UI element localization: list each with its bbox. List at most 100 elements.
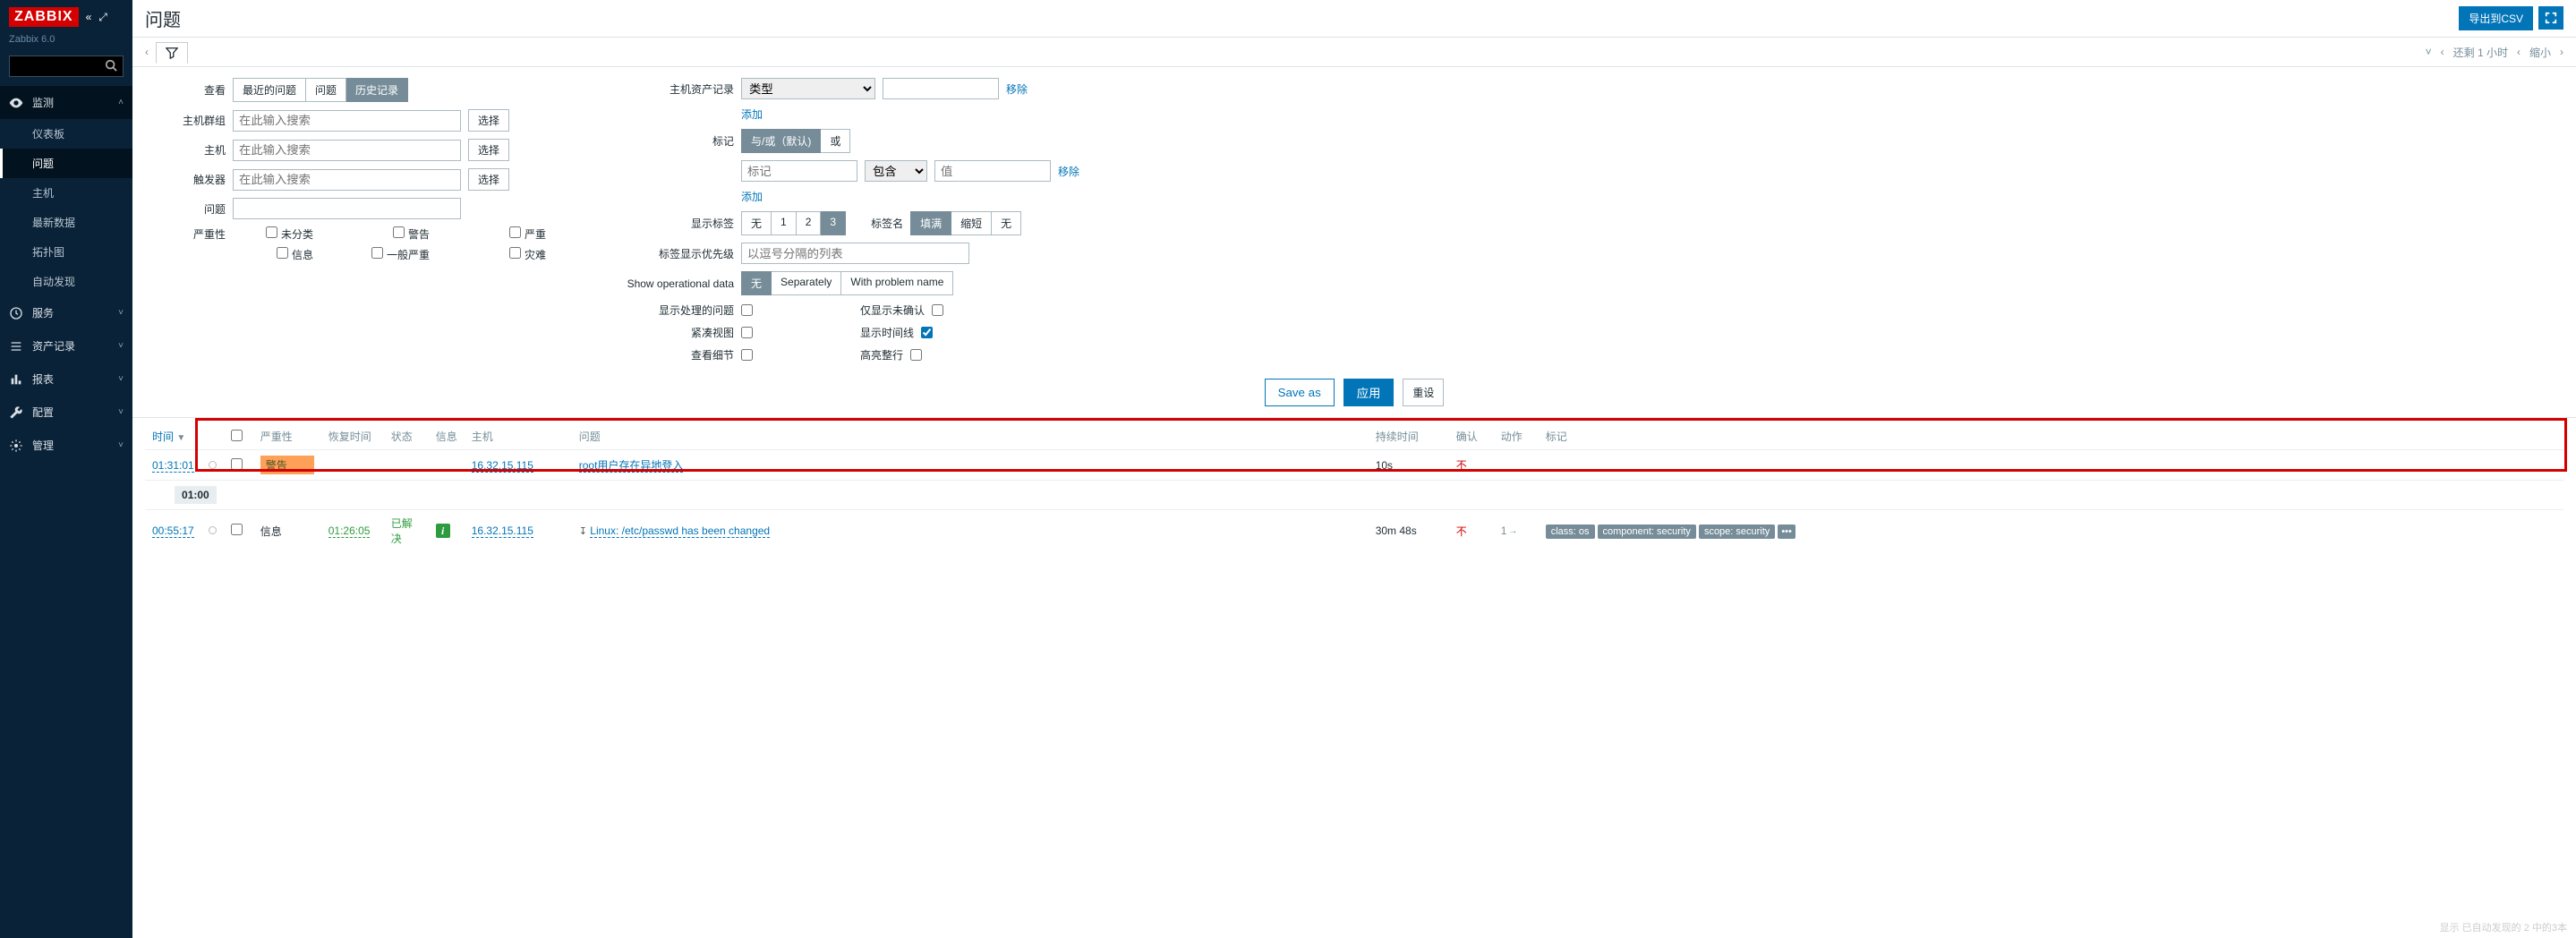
nav-admin[interactable]: 管理 ˅ (0, 429, 132, 462)
chevron-down-icon[interactable]: ˅ (2426, 46, 2432, 58)
tag[interactable]: class: os (1546, 524, 1595, 539)
tagmode-andor[interactable]: 与/或（默认) (741, 129, 821, 153)
gear-icon (9, 439, 23, 453)
apply-button[interactable]: 应用 (1343, 379, 1395, 406)
problem-link[interactable]: Linux: /etc/passwd has been changed (590, 524, 770, 538)
timeline-dot-icon (209, 461, 217, 469)
time-fwd-icon[interactable]: › (2560, 46, 2563, 58)
inv-value-input[interactable] (883, 78, 999, 99)
tag[interactable]: scope: security (1699, 524, 1775, 539)
table-header-row: 时间 ▼ 严重性 恢复时间 状态 信息 主机 问题 持续时间 确认 动作 标记 (145, 423, 2563, 450)
hour-label: 01:00 (175, 486, 217, 504)
time-next-icon[interactable]: ‹ (2517, 46, 2521, 58)
chevron-up-icon: ˄ (118, 98, 124, 107)
host-link[interactable]: 16.32.15.115 (472, 524, 533, 538)
fullscreen-button[interactable] (2538, 6, 2563, 30)
lbl-tag-priority: 标签显示优先级 (618, 246, 734, 261)
cb-timeline[interactable] (921, 327, 933, 338)
recovery-time[interactable]: 01:26:05 (328, 524, 371, 538)
tag-name-input[interactable] (741, 160, 857, 182)
cb-highlight[interactable] (910, 349, 922, 361)
cb-suppressed[interactable] (741, 304, 753, 316)
tagmode-or[interactable]: 或 (821, 129, 850, 153)
show-tags-group[interactable]: 无 1 2 3 (741, 211, 846, 235)
export-csv-button[interactable]: 导出到CSV (2459, 6, 2533, 30)
header: 问题 导出到CSV (132, 0, 2576, 38)
tag-more-icon[interactable]: ••• (1778, 524, 1796, 539)
hostgroup-input[interactable] (233, 110, 461, 132)
tag-op-select[interactable]: 包含 (865, 160, 927, 182)
filter-tab[interactable] (156, 42, 188, 64)
inv-type-select[interactable]: 类型 (741, 78, 875, 99)
sev-5[interactable]: 灾难 (465, 247, 546, 262)
nav-services[interactable]: 服务 ˅ (0, 296, 132, 329)
host-input[interactable] (233, 140, 461, 161)
seg-recent[interactable]: 最近的问题 (233, 78, 306, 102)
tag-priority-input[interactable] (741, 243, 969, 264)
nav-monitoring[interactable]: 监测 ˄ (0, 86, 132, 119)
sev-3[interactable]: 信息 (233, 247, 313, 262)
ack-link[interactable]: 不 (1456, 459, 1467, 472)
lbl-tags: 标记 (618, 133, 734, 149)
problem-link[interactable]: root用户存在异地登入 (579, 459, 684, 473)
search-input[interactable] (10, 60, 99, 73)
sub-problems[interactable]: 问题 (0, 149, 132, 178)
tag-val-input[interactable] (934, 160, 1051, 182)
sub-hosts[interactable]: 主机 (0, 178, 132, 208)
sub-dashboard[interactable]: 仪表板 (0, 119, 132, 149)
time-prev-icon[interactable]: ‹ (2441, 46, 2444, 58)
page-title: 问题 (145, 5, 181, 31)
ack-link[interactable]: 不 (1456, 525, 1467, 538)
zoom-out[interactable]: 缩小 (2529, 45, 2551, 60)
inv-add[interactable]: 添加 (741, 107, 763, 122)
prev-tab-icon[interactable]: ‹ (145, 46, 149, 58)
row-select[interactable] (231, 458, 243, 470)
sev-4[interactable]: 一般严重 (349, 247, 430, 262)
save-as-button[interactable]: Save as (1265, 379, 1335, 406)
cb-details[interactable] (741, 349, 753, 361)
search-icon[interactable] (99, 59, 123, 74)
host-select[interactable]: 选择 (468, 139, 509, 161)
nav-inventory[interactable]: 资产记录 ˅ (0, 329, 132, 362)
sub-discovery[interactable]: 自动发现 (0, 267, 132, 296)
row-select[interactable] (231, 524, 243, 535)
problems-table: 时间 ▼ 严重性 恢复时间 状态 信息 主机 问题 持续时间 确认 动作 标记 (145, 423, 2563, 551)
table-area: 时间 ▼ 严重性 恢复时间 状态 信息 主机 问题 持续时间 确认 动作 标记 (132, 418, 2576, 938)
inv-remove[interactable]: 移除 (1006, 81, 1028, 97)
cb-unack[interactable] (932, 304, 943, 316)
host-link[interactable]: 16.32.15.115 (472, 459, 533, 473)
sub-maps[interactable]: 拓扑图 (0, 237, 132, 267)
nav-reports[interactable]: 报表 ˅ (0, 362, 132, 396)
action-icon[interactable]: 1→ (1501, 524, 1518, 537)
row-time[interactable]: 01:31:01 (152, 459, 194, 473)
row-time[interactable]: 00:55:17 (152, 524, 194, 538)
hostgroup-select[interactable]: 选择 (468, 109, 509, 132)
nav-config[interactable]: 配置 ˅ (0, 396, 132, 429)
cb-compact[interactable] (741, 327, 753, 338)
trigger-select[interactable]: 选择 (468, 168, 509, 191)
info-icon[interactable]: i (436, 524, 450, 538)
sev-0[interactable]: 未分类 (233, 226, 313, 242)
sev-1[interactable]: 警告 (349, 226, 430, 242)
problem-input[interactable] (233, 198, 461, 219)
col-time[interactable]: 时间 ▼ (152, 431, 185, 443)
opdata-group[interactable]: 无 Separately With problem name (741, 271, 953, 295)
tag-remove[interactable]: 移除 (1058, 164, 1079, 179)
tag[interactable]: component: security (1598, 524, 1696, 539)
show-toggle[interactable]: 最近的问题 问题 历史记录 (233, 78, 408, 102)
sidebar-search[interactable] (9, 55, 124, 77)
trigger-input[interactable] (233, 169, 461, 191)
collapse-icon[interactable]: « (86, 11, 92, 23)
tag-add[interactable]: 添加 (741, 189, 763, 204)
sub-latest[interactable]: 最新数据 (0, 208, 132, 237)
select-all[interactable] (231, 430, 243, 441)
sev-2[interactable]: 严重 (465, 226, 546, 242)
tag-mode[interactable]: 与/或（默认) 或 (741, 129, 850, 153)
expand-icon[interactable]: ⤢ (98, 11, 107, 24)
seg-history[interactable]: 历史记录 (346, 78, 408, 102)
reset-button[interactable]: 重设 (1403, 379, 1444, 406)
seg-problems[interactable]: 问题 (306, 78, 346, 102)
main: 问题 导出到CSV ‹ ˅ ‹ 还剩 1 小时 ‹ 缩小 › 查看 (132, 0, 2576, 938)
lbl-show: 查看 (145, 82, 226, 98)
tag-name-group[interactable]: 填满 缩短 无 (910, 211, 1021, 235)
